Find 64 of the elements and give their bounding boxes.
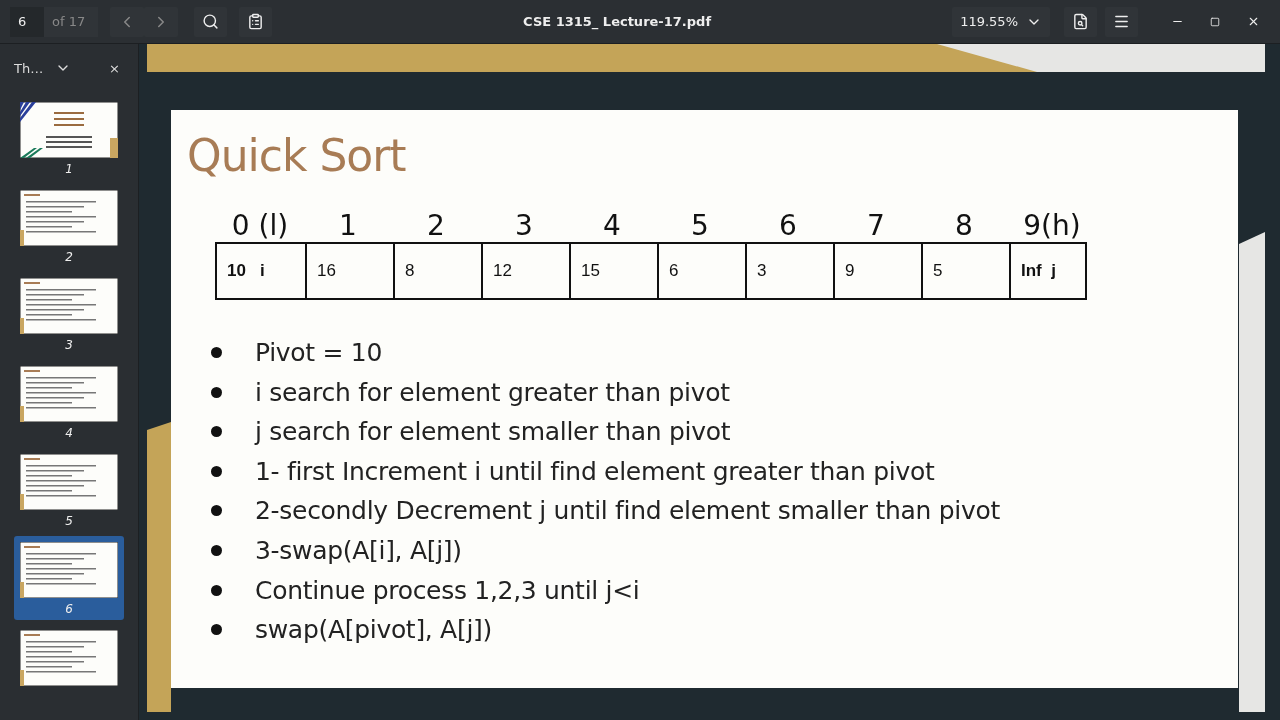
bullet-icon [211, 584, 222, 596]
bullet-text: Continue process 1,2,3 until j<i [255, 575, 640, 605]
page-count: of 17 [44, 6, 98, 37]
bullet-text: Pivot = 10 [255, 338, 383, 367]
bullet-text: 2-secondly Decrement j until find element smaller than pivot [255, 496, 1000, 526]
thumbnail-item[interactable]: 6 [14, 536, 124, 620]
thumbnail-item[interactable]: 3 [14, 272, 124, 356]
page-number-field[interactable]: 6 [10, 6, 44, 37]
bullet-text: 1- first Increment i until find element greater than pivot [255, 456, 935, 486]
search-button[interactable] [194, 6, 227, 37]
bullet-text: 3-swap(A[i], A[j]) [255, 535, 462, 565]
document-search-button[interactable] [1064, 6, 1097, 37]
bullet-icon [211, 426, 222, 438]
bullet-icon [211, 544, 222, 556]
array-index: 8 [954, 209, 974, 242]
page-label: 5 [65, 514, 73, 528]
bullet-text: swap(A[pivot], A[j]) [255, 615, 492, 645]
bullet-icon [211, 465, 222, 477]
array-cell: 9 [833, 244, 921, 298]
array-cell: Inf j [1009, 244, 1085, 298]
zoom-dropdown[interactable]: 119.55% [952, 6, 1050, 37]
thumbnail-item[interactable]: 4 [14, 360, 124, 444]
array-index: 6 [778, 209, 798, 242]
array-index: 5 [690, 209, 710, 242]
array-index: 9(h) [1022, 209, 1082, 242]
array-index: 4 [602, 209, 622, 242]
page-label: 2 [65, 250, 73, 264]
slide-title: Quick Sort [187, 130, 407, 181]
sidebar-view-dropdown[interactable]: Th… [10, 56, 76, 80]
bullet-text: j search for element smaller than pivot [255, 417, 731, 447]
clipboard-icon [247, 13, 264, 30]
search-icon [202, 13, 219, 30]
bullet-icon [211, 624, 222, 636]
thumbnail-item[interactable]: 2 [14, 184, 124, 268]
array-cell: 15 [569, 244, 657, 298]
maximize-icon [1210, 16, 1220, 27]
menu-button[interactable] [1105, 6, 1138, 37]
array-index: 2 [426, 209, 446, 242]
page-label: 3 [65, 338, 73, 352]
array-cell: 16 [305, 244, 393, 298]
array-index: 0 (l) [230, 209, 290, 242]
array-cell: 5 [921, 244, 1009, 298]
array-cell: 3 [745, 244, 833, 298]
thumbnail-item[interactable]: 5 [14, 448, 124, 532]
bullet-icon [211, 505, 222, 517]
array-index: 7 [866, 209, 886, 242]
bullet-icon [211, 347, 222, 358]
page-label: 6 [65, 602, 73, 616]
sidebar-close-button[interactable]: × [101, 58, 128, 78]
array-cell: 6 [657, 244, 745, 298]
array-index: 1 [338, 209, 358, 242]
page-label: 4 [65, 426, 73, 440]
page-label: 1 [65, 162, 73, 176]
array-index: 3 [514, 209, 534, 242]
thumbnail-item[interactable]: 1 [14, 96, 124, 180]
bullet-text: i search for element greater than pivot [255, 377, 730, 407]
window-title: CSE 1315_ Lecture-17.pdf [522, 14, 713, 29]
document-search-icon [1072, 13, 1089, 30]
menu-icon [1113, 13, 1130, 30]
array-cell: 8 [393, 244, 481, 298]
array-cell-text: 10 i [226, 260, 266, 282]
clipboard-button[interactable] [239, 6, 272, 37]
bullet-icon [211, 386, 222, 398]
array-cell: 12 [481, 244, 569, 298]
